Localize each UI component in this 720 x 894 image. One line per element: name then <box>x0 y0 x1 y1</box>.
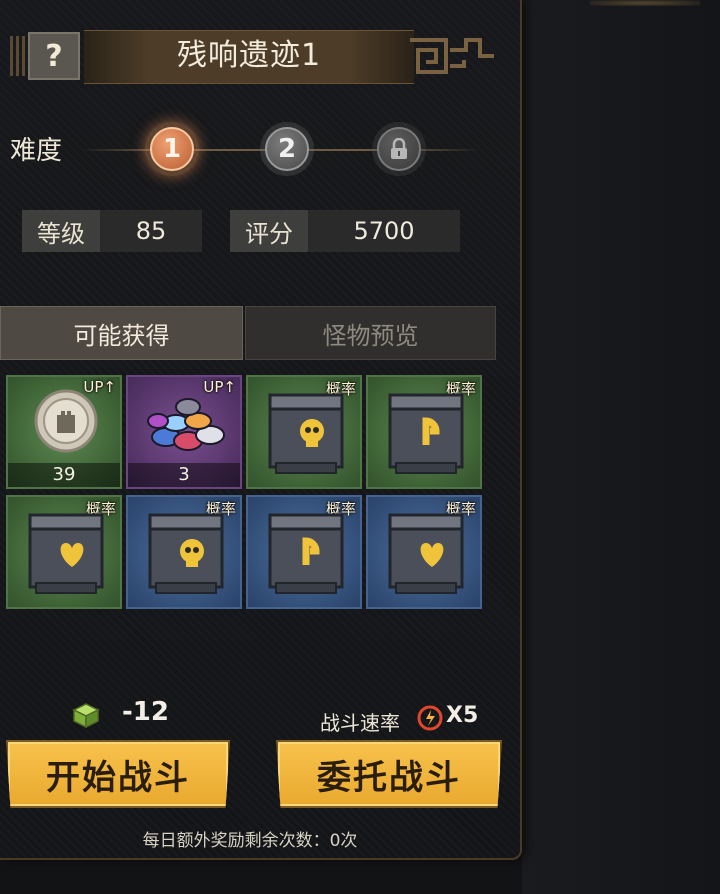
coin-icon <box>34 389 98 453</box>
reward-count: 39 <box>8 463 120 487</box>
reward-count: 3 <box>128 463 240 487</box>
reward-item[interactable]: 概率 <box>366 375 482 489</box>
title-bar: ? 残响遗迹1 <box>10 28 496 84</box>
reward-item[interactable]: 概率 <box>246 375 362 489</box>
tab-monster-preview[interactable]: 怪物预览 <box>245 306 496 360</box>
heart-crate-icon <box>28 513 104 594</box>
background-area <box>522 0 720 894</box>
chips-icon <box>147 398 225 451</box>
skull-crate-icon <box>268 393 344 474</box>
lock-icon <box>391 138 407 159</box>
page-title: 残响遗迹1 <box>176 38 322 73</box>
difficulty-1-label: 1 <box>162 134 182 164</box>
reward-item[interactable]: 概率 <box>366 495 482 609</box>
tab-bar: 可能获得 怪物预览 <box>0 306 496 360</box>
daily-bonus-note: 每日额外奖励剩余次数：0次 <box>142 831 358 851</box>
energy-cube-icon <box>72 703 100 728</box>
difficulty-label: 难度 <box>10 136 63 166</box>
score-value: 5700 <box>308 210 460 252</box>
difficulty-2-label: 2 <box>277 134 297 164</box>
question-icon: ? <box>45 38 63 74</box>
difficulty-3-locked-button[interactable] <box>372 122 426 176</box>
ornament-icon <box>410 38 494 74</box>
reward-item[interactable]: 概率 <box>126 495 242 609</box>
help-button[interactable]: ? <box>28 32 80 80</box>
top-glow <box>590 0 700 6</box>
stage-panel: ? 残响遗迹1 难度 1 2 等级 85 评分 5700 可能获得 怪物预览 U… <box>0 0 522 860</box>
reward-item[interactable]: UP↑ 39 <box>6 375 122 489</box>
delegate-battle-button[interactable]: 委托战斗 <box>276 740 502 808</box>
title-decoration-left <box>10 36 26 76</box>
battle-speed-multiplier: X5 <box>446 703 479 728</box>
battle-speed-label: 战斗速率 <box>320 711 400 735</box>
level-label: 等级 <box>22 210 100 252</box>
level-stat: 等级 85 <box>22 210 202 252</box>
reward-grid: UP↑ 39 UP↑ 3 概率 概率 概率 概率 概率 概率 <box>6 375 486 615</box>
difficulty-2-button[interactable]: 2 <box>260 122 314 176</box>
start-battle-button[interactable]: 开始战斗 <box>6 740 230 808</box>
energy-cost: -12 <box>122 697 169 727</box>
reward-item[interactable]: 概率 <box>6 495 122 609</box>
score-label: 评分 <box>230 210 308 252</box>
horseshoe-crate-icon <box>268 513 344 594</box>
score-stat: 评分 5700 <box>230 210 460 252</box>
reward-item[interactable]: 概率 <box>246 495 362 609</box>
heart-crate-icon <box>388 513 464 594</box>
difficulty-1-button[interactable]: 1 <box>145 122 199 176</box>
speed-dial-icon[interactable] <box>416 704 444 732</box>
level-value: 85 <box>100 210 202 252</box>
skull-crate-icon <box>148 513 224 594</box>
horseshoe-crate-icon <box>388 393 464 474</box>
tab-possible-rewards[interactable]: 可能获得 <box>0 306 244 360</box>
reward-item[interactable]: UP↑ 3 <box>126 375 242 489</box>
